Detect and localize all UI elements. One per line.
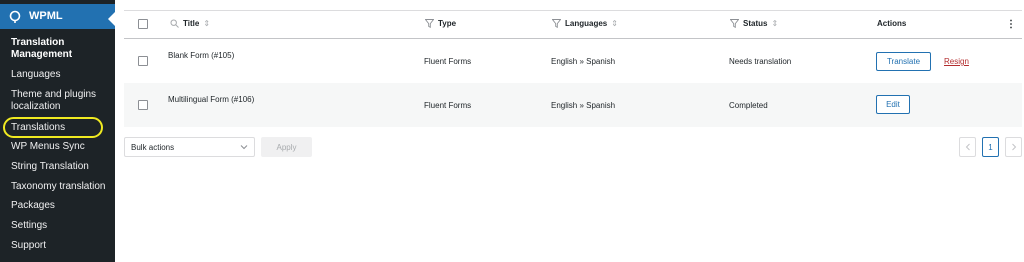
highlight-annotation: [3, 117, 103, 138]
previous-page-button[interactable]: [959, 137, 976, 157]
row-type: Fluent Forms: [424, 101, 472, 110]
row-title[interactable]: Multilingual Form (#106): [168, 95, 254, 104]
column-status-label: Status: [743, 19, 768, 28]
sidebar-item-label: String Translation: [11, 161, 89, 172]
sidebar-item-wp-menus-sync[interactable]: WP Menus Sync: [11, 141, 85, 153]
sidebar-item-support[interactable]: Support: [11, 240, 46, 252]
column-languages-label: Languages: [565, 19, 608, 28]
more-options-icon[interactable]: ⋮: [1006, 19, 1016, 30]
edit-button[interactable]: Edit: [876, 95, 910, 114]
filter-icon: [552, 19, 561, 28]
column-actions-label: Actions: [877, 19, 907, 28]
chevron-down-icon: [240, 145, 248, 150]
column-actions: Actions: [877, 19, 906, 28]
sidebar-item-label: Settings: [11, 220, 48, 231]
next-page-button[interactable]: [1005, 137, 1022, 157]
sidebar-item-string-translation[interactable]: String Translation: [11, 161, 89, 173]
wpml-menu-title: WPML: [29, 10, 63, 22]
select-all-checkbox[interactable]: [138, 19, 148, 29]
sidebar-item-languages[interactable]: Languages: [11, 69, 61, 81]
column-title[interactable]: Title ⇕: [170, 19, 210, 28]
row-checkbox[interactable]: [138, 100, 148, 110]
column-type-label: Type: [438, 19, 457, 28]
current-page-button[interactable]: 1: [982, 137, 999, 157]
wpml-logo-icon: [9, 10, 21, 23]
sidebar-item-label: Languages: [11, 69, 61, 80]
search-icon: [170, 19, 179, 28]
sidebar-item-taxonomy-translation[interactable]: Taxonomy translation: [11, 181, 106, 193]
sidebar-item-label: Theme and plugins localization: [11, 89, 97, 112]
filter-icon: [730, 19, 739, 28]
column-title-label: Title: [183, 19, 200, 28]
filter-icon: [425, 19, 434, 28]
sidebar-item-label: WP Menus Sync: [11, 141, 85, 152]
table-row: Multilingual Form (#106) Fluent Forms En…: [124, 83, 1022, 127]
column-languages[interactable]: Languages ⇕: [552, 19, 618, 28]
chevron-right-icon: [1011, 143, 1016, 151]
table-row: Blank Form (#105) Fluent Forms English »…: [124, 39, 1022, 83]
sidebar-item-packages[interactable]: Packages: [11, 200, 55, 212]
sidebar-item-translation-management[interactable]: Translation Management: [11, 37, 111, 61]
admin-sidebar: WPML Translation Management Languages Th…: [0, 0, 115, 262]
row-languages: English » Spanish: [551, 57, 616, 66]
column-status[interactable]: Status ⇕: [730, 19, 778, 28]
sort-icon: ⇕: [611, 19, 618, 28]
row-status: Needs translation: [729, 57, 792, 66]
sidebar-item-theme-plugins-localization[interactable]: Theme and plugins localization: [11, 89, 111, 113]
row-checkbox[interactable]: [138, 56, 148, 66]
current-menu-arrow: [108, 12, 115, 26]
row-type: Fluent Forms: [424, 57, 472, 66]
sort-icon: ⇕: [203, 19, 211, 28]
bulk-actions-value: Bulk actions: [131, 142, 175, 152]
row-languages: English » Spanish: [551, 101, 616, 110]
sidebar-item-label: Translation Management: [11, 37, 73, 60]
apply-button[interactable]: Apply: [261, 137, 312, 157]
sort-icon: ⇕: [771, 19, 779, 28]
translate-button[interactable]: Translate: [876, 52, 931, 71]
bulk-actions-select[interactable]: Bulk actions: [124, 137, 255, 157]
row-status: Completed: [729, 101, 768, 110]
row-title[interactable]: Blank Form (#105): [168, 51, 234, 60]
sidebar-item-label: Packages: [11, 200, 55, 211]
table-header: Title ⇕ Type Languages ⇕ Status ⇕ Action…: [124, 10, 1022, 39]
wpml-menu-header[interactable]: WPML: [0, 4, 115, 29]
column-type[interactable]: Type: [425, 19, 456, 28]
chevron-left-icon: [965, 143, 970, 151]
sidebar-item-label: Taxonomy translation: [11, 181, 106, 192]
sidebar-item-label: Support: [11, 240, 47, 251]
sidebar-item-settings[interactable]: Settings: [11, 220, 47, 232]
resign-link[interactable]: Resign: [944, 57, 969, 66]
